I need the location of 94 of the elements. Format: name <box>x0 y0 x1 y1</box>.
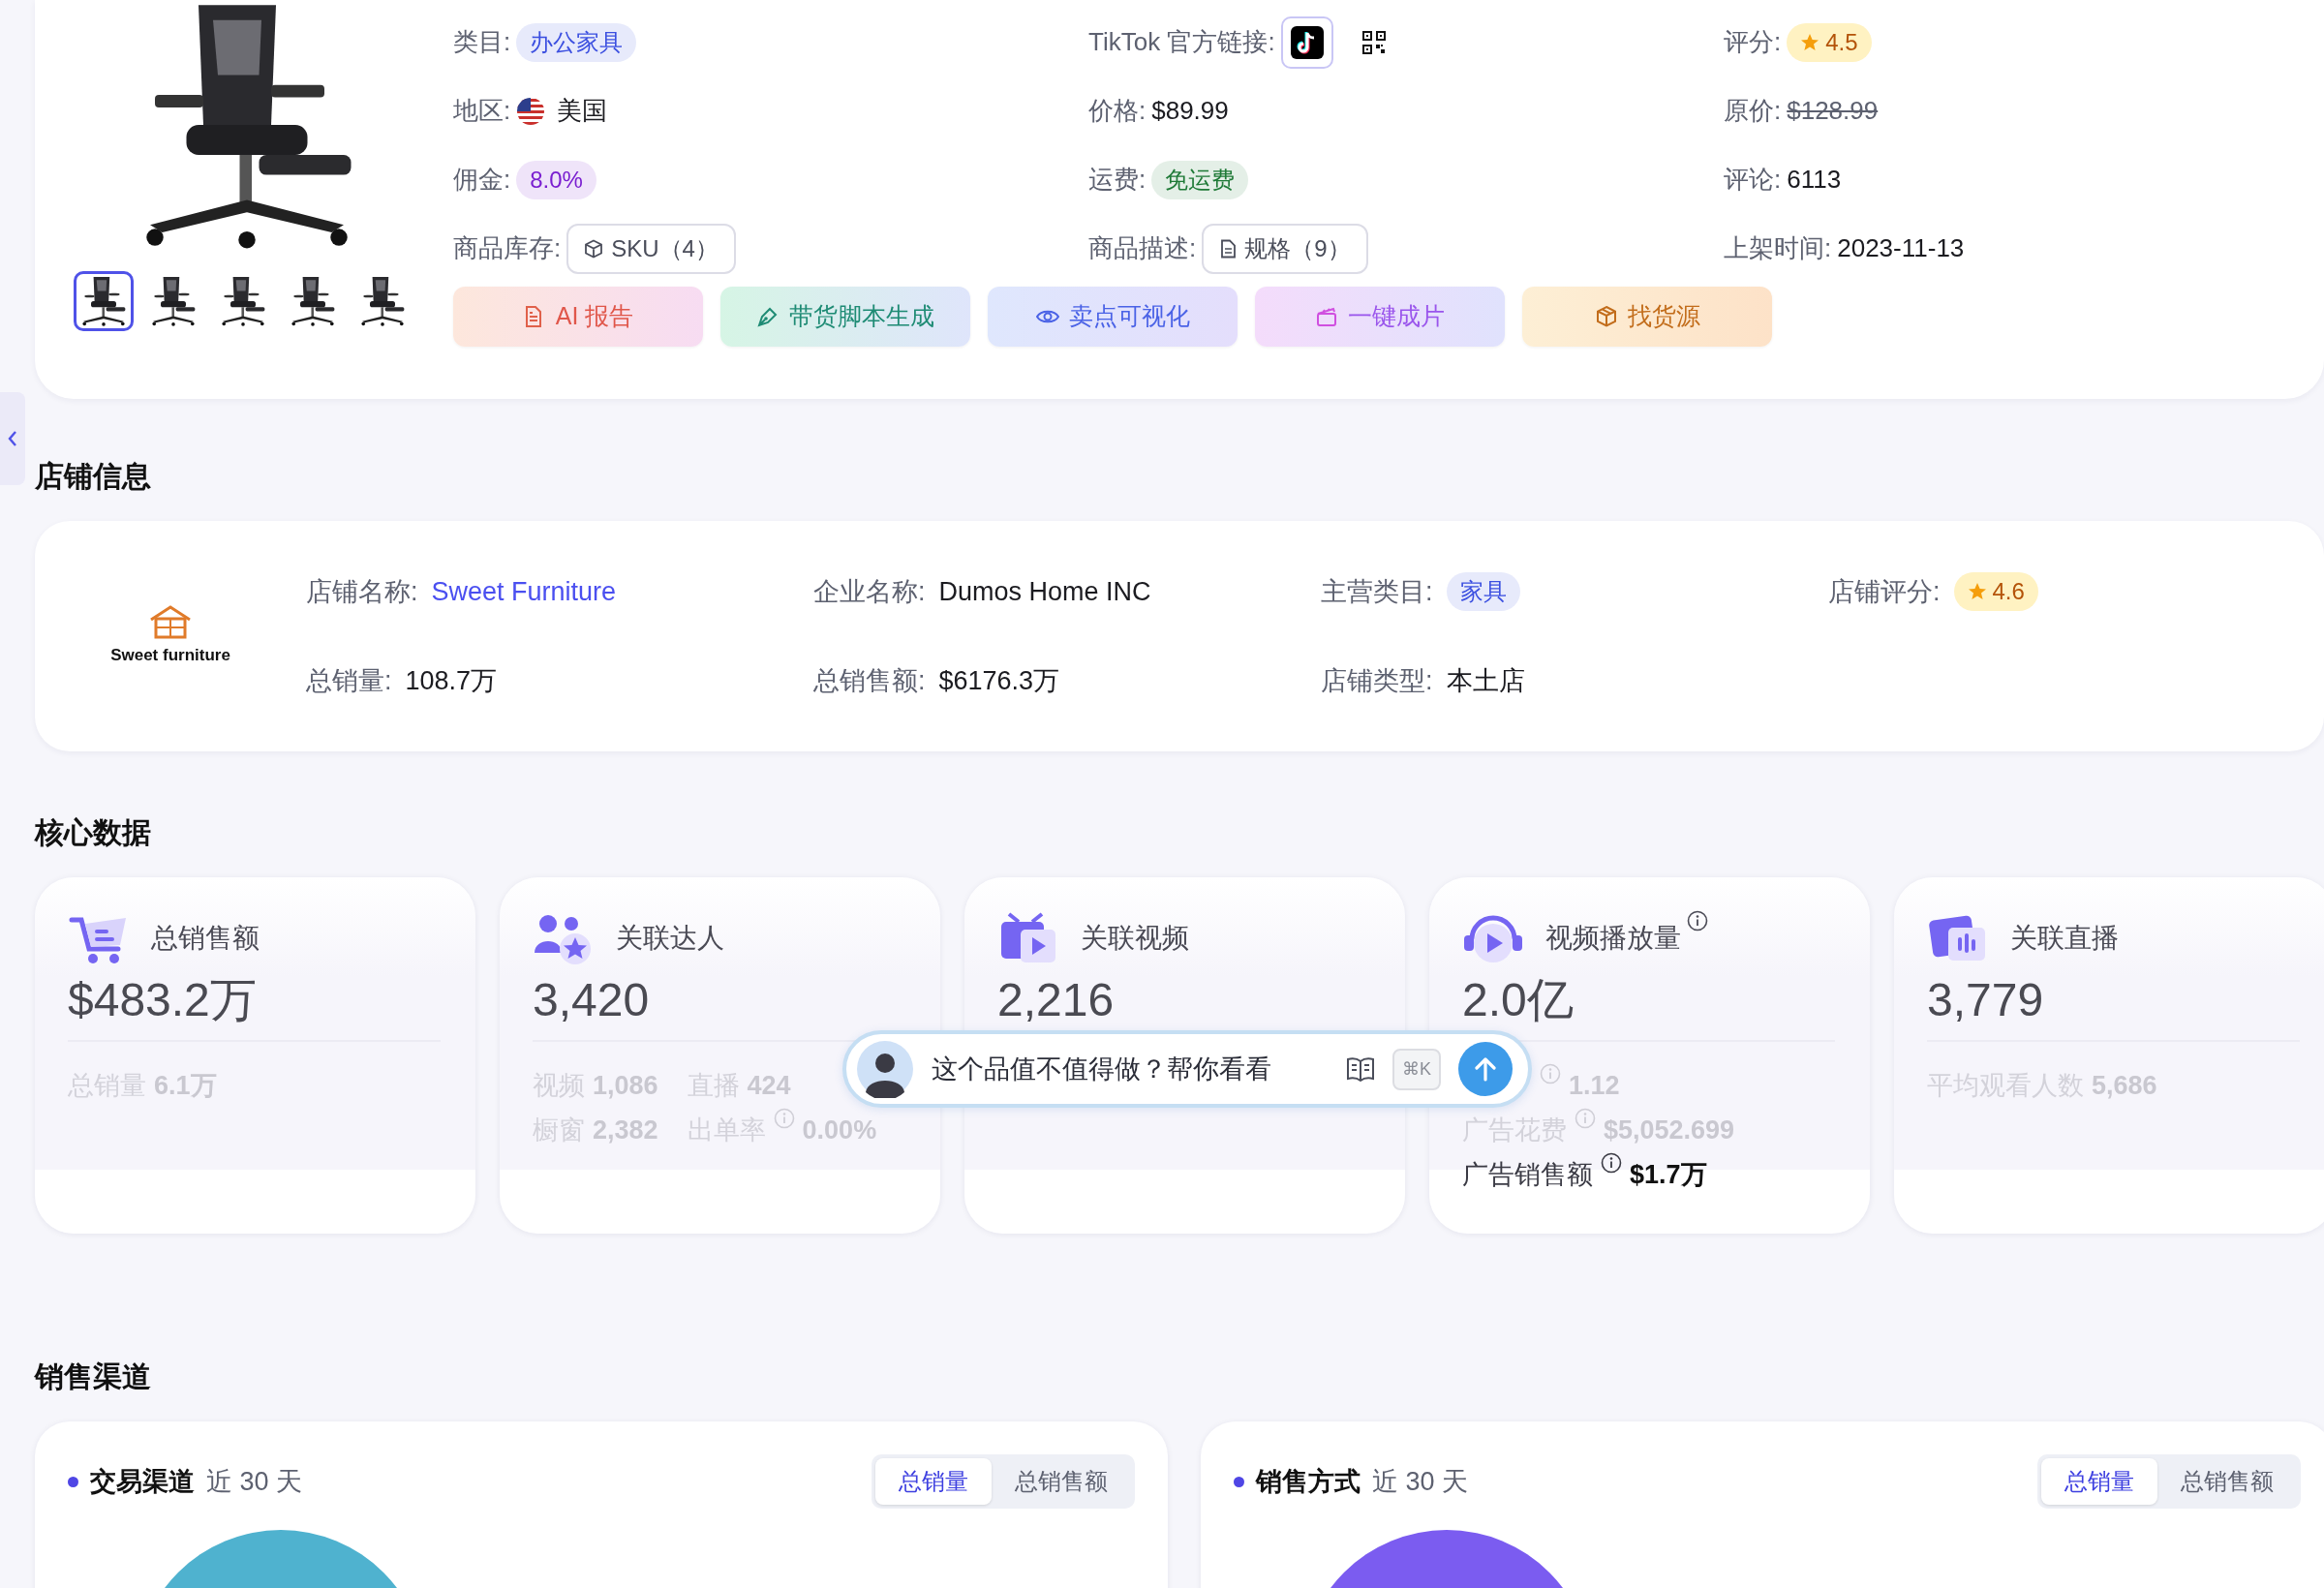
section-title: 核心数据 <box>35 815 152 850</box>
toggle-option[interactable]: 总销售额 <box>2157 1458 2297 1505</box>
field-label: 店铺名称: <box>306 575 418 608</box>
region-value: 美国 <box>557 95 608 127</box>
guide-button[interactable] <box>1346 1056 1375 1082</box>
period-label: 近 30 天 <box>1372 1465 1469 1498</box>
chart-title: 交易渠道 <box>90 1465 195 1498</box>
star-icon <box>1967 582 1987 601</box>
book-icon <box>1346 1056 1375 1082</box>
video-app-link[interactable] <box>1280 15 1333 69</box>
field-label: 价格: <box>1088 95 1147 127</box>
category-tag: 家具 <box>1446 572 1520 611</box>
section-title: 店铺信息 <box>35 459 152 494</box>
info-icon <box>1540 1062 1561 1084</box>
qr-code-icon <box>1361 30 1386 54</box>
field-label: 主营类目: <box>1321 575 1433 608</box>
shortcut-key: ⌘K <box>1392 1048 1441 1090</box>
box-icon <box>1594 305 1618 328</box>
metric-title: 关联达人 <box>616 922 724 955</box>
toggle-option[interactable]: 总销量 <box>875 1458 992 1505</box>
assistant-bar[interactable]: 这个品值不值得做？帮你看看 ⌘K <box>842 1030 1532 1108</box>
field-label: 商品描述: <box>1088 232 1197 264</box>
field-label: TikTok 官方链接: <box>1088 26 1275 58</box>
rating-badge: 4.5 <box>1787 22 1872 62</box>
field-label: 评分: <box>1724 26 1782 58</box>
chevron-left-icon <box>7 430 18 447</box>
flag-icon <box>516 96 546 126</box>
field-label: 原价: <box>1724 95 1782 127</box>
field-label: 运费: <box>1088 164 1147 196</box>
field-value: 108.7万 <box>405 664 498 697</box>
info-icon <box>1687 910 1708 931</box>
metric-value: 2.0亿 <box>1462 973 1575 1027</box>
field-label: 总销量: <box>306 664 392 697</box>
period-label: 近 30 天 <box>206 1465 303 1498</box>
clapperboard-icon <box>1315 305 1338 328</box>
field-label: 店铺评分: <box>1828 575 1941 608</box>
field-value: 6113 <box>1787 164 1842 196</box>
metric-title: 总销售额 <box>151 922 260 955</box>
field-value: 本土店 <box>1446 664 1525 697</box>
rating-badge: 4.6 <box>1953 572 2038 611</box>
category-tag: 免运费 <box>1151 160 1249 199</box>
toggle-option[interactable]: 总销量 <box>2041 1458 2157 1505</box>
arrow-up-icon <box>1474 1056 1497 1082</box>
metric-title: 关联直播 <box>2010 922 2119 955</box>
pen-icon <box>756 305 780 328</box>
metric-value: 3,779 <box>1927 973 2045 1027</box>
original-price: $128.99 <box>1787 95 1879 127</box>
thumbnail[interactable] <box>74 271 134 331</box>
script-button[interactable]: 带货脚本生成 <box>720 287 970 347</box>
info-icon <box>1601 1151 1622 1174</box>
info-icon <box>1575 1107 1596 1129</box>
metric-title: 关联视频 <box>1081 922 1189 955</box>
metric-title: 视频播放量 <box>1545 922 1681 955</box>
field-label: 总销售额: <box>813 664 926 697</box>
toggle-option[interactable]: 总销售额 <box>992 1458 1131 1505</box>
field-value: 2023-11-13 <box>1837 232 1965 264</box>
sourcing-button[interactable]: 找货源 <box>1522 287 1772 347</box>
category-tag: 办公家具 <box>516 22 637 62</box>
send-button[interactable] <box>1458 1042 1513 1096</box>
field-value: $89.99 <box>1151 95 1229 127</box>
sku-button[interactable]: SKU（4） <box>566 223 736 274</box>
field-label: 上架时间: <box>1724 232 1832 264</box>
metric-value: 3,420 <box>533 973 651 1027</box>
store-link[interactable]: Sweet Furniture <box>431 571 617 612</box>
avatar-icon <box>856 1040 914 1098</box>
field-label: 企业名称: <box>813 575 926 608</box>
field-value: Dumos Home INC <box>938 575 1151 608</box>
visualize-button[interactable]: 卖点可视化 <box>988 287 1238 347</box>
info-icon <box>773 1107 795 1129</box>
field-label: 商品库存: <box>453 232 562 264</box>
bullet-dot <box>1234 1476 1244 1487</box>
field-label: 佣金: <box>453 164 511 196</box>
logo-text: Sweet furniture <box>110 645 230 667</box>
stat-label: 广告销售额 <box>1462 1158 1593 1191</box>
metric-value: 2,216 <box>997 973 1116 1027</box>
video-button[interactable]: 一键成片 <box>1255 287 1505 347</box>
box-icon <box>584 238 604 259</box>
field-label: 店铺类型: <box>1321 664 1433 697</box>
category-tag: 8.0% <box>516 160 596 199</box>
field-label: 类目: <box>453 26 511 58</box>
section-title: 销售渠道 <box>35 1359 152 1394</box>
field-label: 评论: <box>1724 164 1782 196</box>
report-button[interactable]: AI 报告 <box>453 287 703 347</box>
bullet-dot <box>68 1476 78 1487</box>
stat-value: $1.7万 <box>1630 1158 1707 1191</box>
spec-button[interactable]: 规格（9） <box>1202 223 1368 274</box>
music-note-icon <box>1290 25 1324 59</box>
star-icon <box>1800 32 1820 52</box>
document-icon <box>1219 238 1238 259</box>
assistant-prompt[interactable]: 这个品值不值得做？帮你看看 <box>932 1049 1329 1089</box>
field-value: $6176.3万 <box>938 664 1060 697</box>
field-label: 地区: <box>453 95 511 127</box>
metric-value: $483.2万 <box>68 973 258 1027</box>
chart-title: 销售方式 <box>1256 1465 1361 1498</box>
